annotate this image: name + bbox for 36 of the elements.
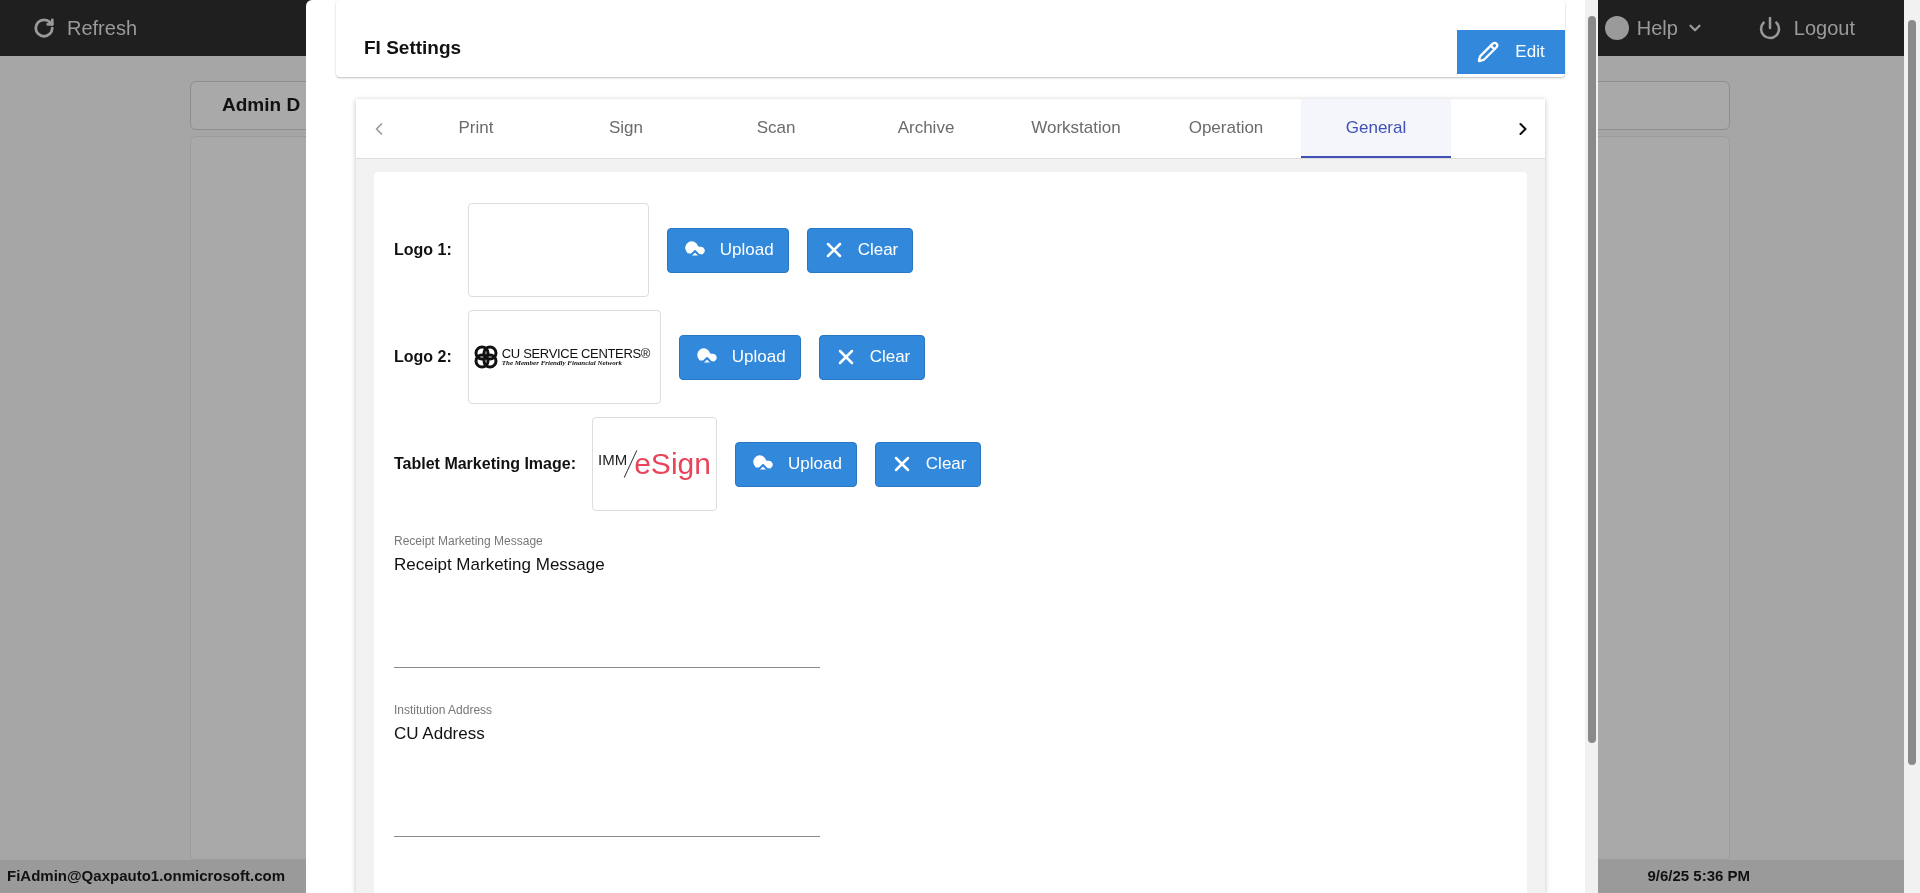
- help-button[interactable]: Help: [1604, 13, 1704, 43]
- field-value: Receipt Marketing Message: [394, 554, 606, 576]
- upload-button[interactable]: Upload: [666, 227, 789, 273]
- tab[interactable]: Archive: [851, 99, 1001, 158]
- text-area-field[interactable]: Institution Address CU Address: [394, 701, 820, 837]
- pencil-icon: [1477, 41, 1500, 63]
- clear-button[interactable]: Clear: [874, 441, 982, 487]
- image-label: Logo 1:: [394, 240, 452, 260]
- refresh-button[interactable]: Refresh: [33, 13, 138, 43]
- tab[interactable]: General: [1301, 99, 1451, 158]
- logo-name: eSign: [634, 449, 711, 479]
- text-area-field[interactable]: Receipt Marketing Message Receipt Marketing Message: [394, 532, 820, 668]
- card-title: Admin D: [222, 93, 301, 118]
- field-value: CU Address: [394, 723, 486, 745]
- logo-title: CU SERVICE CENTERS®: [501, 347, 651, 360]
- tab[interactable]: Print: [401, 99, 551, 158]
- user-email: FiAdmin@Qaxpauto1.onmicrosoft.com: [7, 866, 285, 887]
- tab[interactable]: Workstation: [1001, 99, 1151, 158]
- logo-prefix: IMM: [598, 449, 628, 470]
- refresh-icon: [33, 17, 55, 39]
- tab[interactable]: Operation: [1151, 99, 1301, 158]
- upload-button[interactable]: Upload: [734, 441, 857, 487]
- clear-button[interactable]: Clear: [806, 227, 914, 273]
- tab[interactable]: Sign: [551, 99, 701, 158]
- date-time: 9/6/25 5:36 PM: [1647, 866, 1750, 887]
- field-label: Institution Address: [394, 702, 494, 719]
- image-label: Logo 2:: [394, 347, 452, 367]
- dialog-title: FI Settings: [364, 35, 462, 60]
- clear-button[interactable]: Clear: [818, 334, 926, 380]
- image-label: Tablet Marketing Image:: [394, 454, 576, 474]
- edit-button[interactable]: Edit: [1457, 30, 1565, 74]
- upload-button[interactable]: Upload: [678, 334, 801, 380]
- tab[interactable]: Scan: [701, 99, 851, 158]
- logout-button[interactable]: Logout: [1757, 13, 1855, 43]
- field-label: Receipt Marketing Message: [394, 533, 544, 550]
- power-icon: [1757, 16, 1782, 40]
